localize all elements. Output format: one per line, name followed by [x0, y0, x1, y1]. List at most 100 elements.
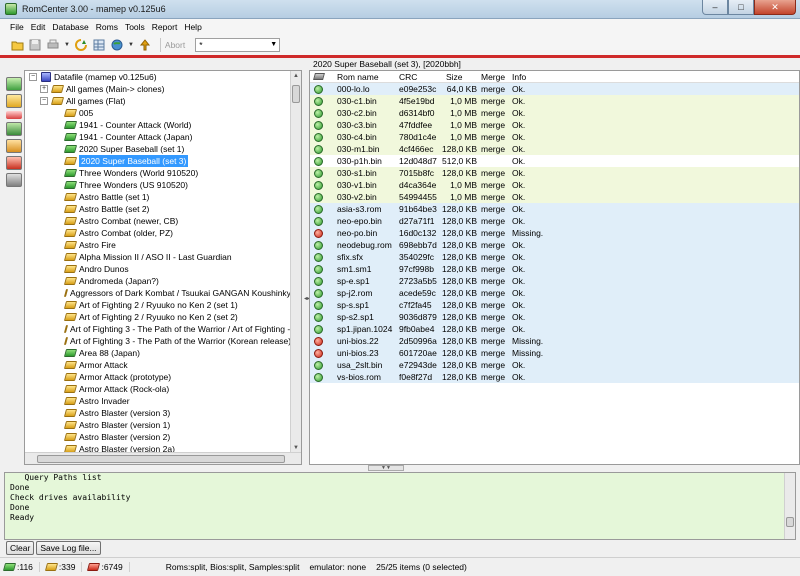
rom-row[interactable]: neodebug.rom 698ebb7d 128,0 KB merge Ok. [310, 239, 799, 251]
globe-icon[interactable] [110, 38, 124, 52]
tree-item[interactable]: 005 [25, 107, 291, 119]
tree-item[interactable]: Art of Fighting 3 - The Path of the Warr… [25, 323, 291, 335]
rom-row[interactable]: 030-c1.bin 4f5e19bd 1,0 MB merge Ok. [310, 95, 799, 107]
rom-row[interactable]: neo-po.bin 16d0c132 128,0 KB merge Missing. [310, 227, 799, 239]
abort-button[interactable]: Abort [165, 40, 185, 50]
collapse-icon[interactable]: − [40, 97, 48, 105]
tree-item[interactable]: Astro Blaster (version 2) [25, 431, 291, 443]
tree-horizontal-scrollbar[interactable] [25, 452, 301, 464]
tree-item[interactable]: Andromeda (Japan?) [25, 275, 291, 287]
clear-log-button[interactable]: Clear [6, 541, 35, 555]
tree-item[interactable]: Alpha Mission II / ASO II - Last Guardia… [25, 251, 291, 263]
tree-item[interactable]: 2020 Super Baseball (set 3) [25, 155, 291, 167]
tree-item[interactable]: Astro Combat (newer, CB) [25, 215, 291, 227]
tree-item[interactable]: Astro Blaster (version 3) [25, 407, 291, 419]
save-log-button[interactable]: Save Log file... [36, 541, 101, 555]
horizontal-splitter[interactable]: ▼▼ [0, 465, 800, 472]
tree-item[interactable]: Astro Invader [25, 395, 291, 407]
rom-row[interactable]: asia-s3.rom 91b64be3 128,0 KB merge Ok. [310, 203, 799, 215]
scroll-thumb[interactable] [292, 85, 300, 103]
tree-item[interactable]: 1941 - Counter Attack (Japan) [25, 131, 291, 143]
column-crc[interactable]: CRC [399, 71, 442, 82]
yellow-rom-filter-icon[interactable] [6, 94, 22, 108]
rom-row[interactable]: sp-s.sp1 c7f2fa45 128,0 KB merge Ok. [310, 299, 799, 311]
red-chip-icon[interactable] [6, 156, 22, 170]
scroll-thumb[interactable] [786, 517, 794, 527]
rom-row[interactable]: usa_2slt.bin e72943de 128,0 KB merge Ok. [310, 359, 799, 371]
tree-item[interactable]: Andro Dunos [25, 263, 291, 275]
tree-item[interactable]: 1941 - Counter Attack (World) [25, 119, 291, 131]
tree-item[interactable]: Aggressors of Dark Kombat / Tsuukai GANG… [25, 287, 291, 299]
menu-report[interactable]: Report [152, 22, 178, 32]
rom-row[interactable]: 030-s1.bin 7015b8fc 128,0 KB merge Ok. [310, 167, 799, 179]
rom-row[interactable]: sp1.jipan.1024 9fb0abe4 128,0 KB merge Ok. [310, 323, 799, 335]
green-chip-icon[interactable] [6, 122, 22, 136]
menu-tools[interactable]: Tools [125, 22, 145, 32]
tree-item[interactable]: Three Wonders (World 910520) [25, 167, 291, 179]
rom-row[interactable]: 030-m1.bin 4cf466ec 128,0 KB merge Ok. [310, 143, 799, 155]
rom-row[interactable]: 030-v2.bin 54994455 1,0 MB merge Ok. [310, 191, 799, 203]
scroll-up-icon[interactable]: ▲ [291, 71, 301, 81]
tree-item[interactable]: Armor Attack (prototype) [25, 371, 291, 383]
rom-row[interactable]: neo-epo.bin d27a71f1 128,0 KB merge Ok. [310, 215, 799, 227]
tree-item[interactable]: Art of Fighting 2 / Ryuuko no Ken 2 (set… [25, 299, 291, 311]
column-size[interactable]: Size [442, 71, 479, 82]
menu-edit[interactable]: Edit [31, 22, 46, 32]
tree-vertical-scrollbar[interactable]: ▲ ▼ [290, 71, 301, 453]
tree-item[interactable]: Armor Attack [25, 359, 291, 371]
expand-icon[interactable]: + [40, 85, 48, 93]
tree-item[interactable]: Area 88 (Japan) [25, 347, 291, 359]
tree-item[interactable]: + All games (Main-> clones) [25, 83, 291, 95]
rom-row[interactable]: vs-bios.rom f0e8f27d 128,0 KB merge Ok. [310, 371, 799, 383]
rom-row[interactable]: sp-s2.sp1 9036d879 128,0 KB merge Ok. [310, 311, 799, 323]
rom-row[interactable]: 030-v1.bin d4ca364e 1,0 MB merge Ok. [310, 179, 799, 191]
filter-combo[interactable]: * ▼ [195, 38, 281, 52]
rom-row[interactable]: uni-bios.23 601720ae 128,0 KB merge Missing. [310, 347, 799, 359]
upload-icon[interactable] [138, 38, 152, 52]
menu-help[interactable]: Help [184, 22, 201, 32]
menu-database[interactable]: Database [52, 22, 88, 32]
splitter-grip-icon[interactable]: ▼▼ [368, 465, 404, 471]
tree-item[interactable]: Astro Blaster (version 1) [25, 419, 291, 431]
minimize-button[interactable]: – [702, 0, 728, 15]
tree-item[interactable]: 2020 Super Baseball (set 1) [25, 143, 291, 155]
print-icon[interactable] [46, 38, 60, 52]
open-folder-icon[interactable] [10, 38, 24, 52]
chevron-down-icon[interactable]: ▼ [270, 39, 277, 51]
close-button[interactable]: ✕ [754, 0, 796, 15]
table-icon[interactable] [92, 38, 106, 52]
tree-item[interactable]: Art of Fighting 2 / Ryuuko no Ken 2 (set… [25, 311, 291, 323]
tree-item[interactable]: − Datafile (mamep v0.125u6) [25, 71, 291, 83]
chevron-down-icon[interactable]: ▼ [64, 42, 70, 48]
eraser-icon[interactable] [6, 111, 22, 119]
tree-item[interactable]: − All games (Flat) [25, 95, 291, 107]
rom-row[interactable]: 030-c3.bin 47fddfee 1,0 MB merge Ok. [310, 119, 799, 131]
rom-row[interactable]: sp-e.sp1 2723a5b5 128,0 KB merge Ok. [310, 275, 799, 287]
scan-icon[interactable] [74, 38, 88, 52]
tree-item[interactable]: Astro Battle (set 1) [25, 191, 291, 203]
menu-file[interactable]: File [10, 22, 24, 32]
tree-item[interactable]: Astro Battle (set 2) [25, 203, 291, 215]
gray-chip-icon[interactable] [6, 173, 22, 187]
collapse-icon[interactable]: − [29, 73, 37, 81]
column-info[interactable]: Info [512, 71, 799, 82]
green-rom-filter-icon[interactable] [6, 77, 22, 91]
chevron-down-icon[interactable]: ▼ [128, 42, 134, 48]
tree-item[interactable]: Armor Attack (Rock-ola) [25, 383, 291, 395]
column-rom-name[interactable]: Rom name [337, 71, 399, 82]
rom-row[interactable]: 000-lo.lo e09e253c 64,0 KB merge Ok. [310, 83, 799, 95]
log-scrollbar[interactable] [784, 473, 795, 539]
maximize-button[interactable]: □ [728, 0, 754, 15]
menu-roms[interactable]: Roms [96, 22, 118, 32]
rom-row[interactable]: 030-p1h.bin 12d048d7 512,0 KB Ok. [310, 155, 799, 167]
rom-row[interactable]: 030-c4.bin 780d1c4e 1,0 MB merge Ok. [310, 131, 799, 143]
tree-item[interactable]: Astro Fire [25, 239, 291, 251]
rom-row[interactable]: sm1.sm1 97cf998b 128,0 KB merge Ok. [310, 263, 799, 275]
tree-item[interactable]: Art of Fighting 3 - The Path of the Warr… [25, 335, 291, 347]
rom-row[interactable]: uni-bios.22 2d50996a 128,0 KB merge Missing. [310, 335, 799, 347]
rom-row[interactable]: 030-c2.bin d6314bf0 1,0 MB merge Ok. [310, 107, 799, 119]
orange-chip-icon[interactable] [6, 139, 22, 153]
tree-item[interactable]: Astro Combat (older, PZ) [25, 227, 291, 239]
scroll-thumb[interactable] [37, 455, 285, 463]
rom-row[interactable]: sfix.sfx 354029fc 128,0 KB merge Ok. [310, 251, 799, 263]
